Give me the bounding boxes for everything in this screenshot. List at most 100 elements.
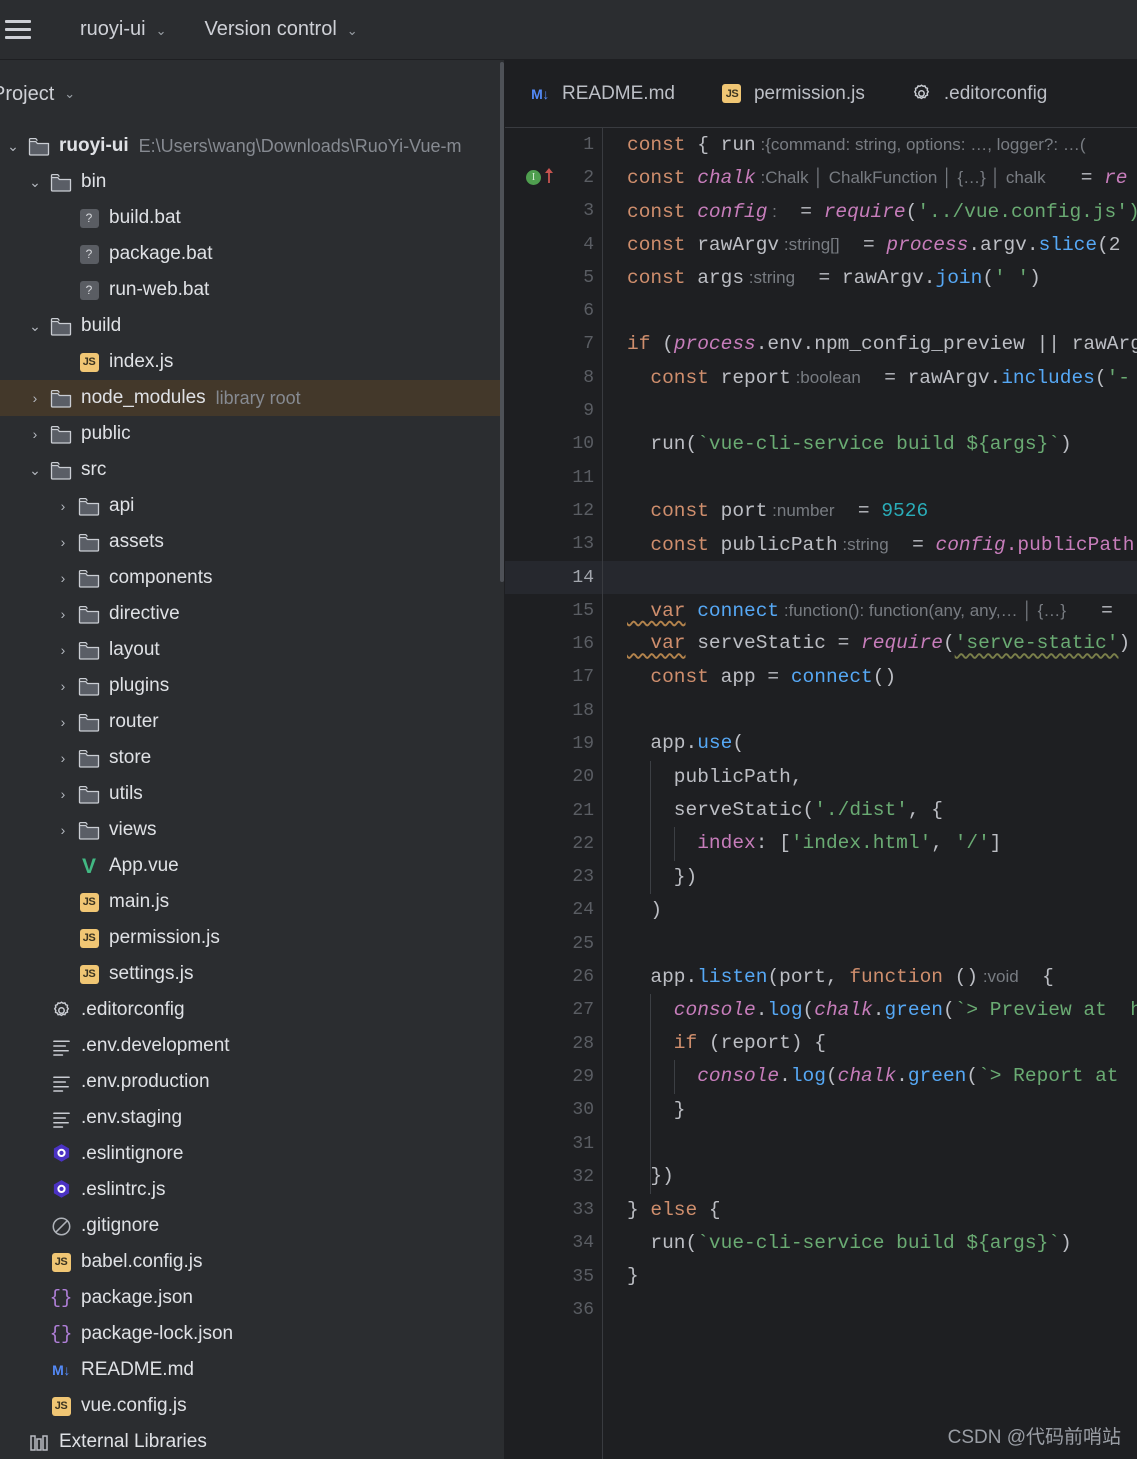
code-pane[interactable]: const { run :{command: string, options: …: [603, 128, 1137, 1459]
code-line-7[interactable]: if (process.env.npm_config_preview || ra…: [603, 328, 1137, 361]
chevron-right-icon[interactable]: ›: [50, 751, 76, 765]
code-line-14[interactable]: [603, 560, 1137, 595]
code-line-31[interactable]: [603, 1127, 1137, 1160]
tree-item-directive[interactable]: › directive: [0, 596, 504, 632]
chevron-right-icon[interactable]: ›: [22, 427, 48, 441]
tree-item-gitignore[interactable]: .gitignore: [0, 1208, 504, 1244]
chevron-down-icon[interactable]: ⌄: [22, 319, 48, 333]
chevron-down-icon[interactable]: ⌄: [22, 175, 48, 189]
gutter-line-21[interactable]: 21: [505, 794, 602, 827]
tree-item-editorconfig[interactable]: .editorconfig: [0, 992, 504, 1028]
tree-item-eslintrc-js[interactable]: .eslintrc.js: [0, 1172, 504, 1208]
tree-item-components[interactable]: › components: [0, 560, 504, 596]
code-line-3[interactable]: const config : = require('../vue.config.…: [603, 195, 1137, 228]
gutter-line-3[interactable]: 3: [505, 195, 602, 228]
gutter-line-36[interactable]: 36: [505, 1293, 602, 1326]
tree-item-ruoyi-ui[interactable]: ⌄ ruoyi-ui E:\Users\wang\Downloads\RuoYi-V…: [0, 128, 504, 164]
tree-item-package-lock-json[interactable]: {} package-lock.json: [0, 1316, 504, 1352]
code-line-34[interactable]: run(`vue-cli-service build ${args}`): [603, 1227, 1137, 1260]
chevron-right-icon[interactable]: ›: [22, 391, 48, 405]
gutter-line-5[interactable]: 5: [505, 261, 602, 294]
gutter-line-24[interactable]: 24: [505, 894, 602, 927]
gutter-line-19[interactable]: 19: [505, 727, 602, 760]
code-line-19[interactable]: app.use(: [603, 727, 1137, 760]
tree-item-env-staging[interactable]: .env.staging: [0, 1100, 504, 1136]
chevron-down-icon[interactable]: ⌄: [0, 139, 26, 153]
chevron-right-icon[interactable]: ›: [50, 571, 76, 585]
code-line-29[interactable]: console.log(chalk.green(`> Report at: [603, 1060, 1137, 1093]
code-line-25[interactable]: [603, 927, 1137, 960]
code-line-35[interactable]: }: [603, 1260, 1137, 1293]
code-line-20[interactable]: publicPath,: [603, 761, 1137, 794]
tree-item-settings-js[interactable]: JS settings.js: [0, 956, 504, 992]
code-line-5[interactable]: const args :string = rawArgv.join(' '): [603, 261, 1137, 294]
code-line-17[interactable]: const app = connect(): [603, 661, 1137, 694]
tree-item-plugins[interactable]: › plugins: [0, 668, 504, 704]
hamburger-menu-icon[interactable]: [0, 0, 42, 60]
gutter-line-15[interactable]: 15: [505, 594, 602, 627]
gutter-line-20[interactable]: 20: [505, 761, 602, 794]
tree-item-bin[interactable]: ⌄ bin: [0, 164, 504, 200]
gutter-line-25[interactable]: 25: [505, 927, 602, 960]
chevron-right-icon[interactable]: ›: [50, 607, 76, 621]
chevron-right-icon[interactable]: ›: [50, 499, 76, 513]
code-line-15[interactable]: var connect :function(): function(any, a…: [603, 594, 1137, 627]
chevron-right-icon[interactable]: ›: [50, 643, 76, 657]
version-control-selector[interactable]: Version control ⌄: [194, 13, 367, 47]
tree-item-router[interactable]: › router: [0, 704, 504, 740]
code-line-9[interactable]: [603, 394, 1137, 427]
gutter-line-2[interactable]: I2: [505, 161, 602, 194]
tree-item-assets[interactable]: › assets: [0, 524, 504, 560]
code-line-21[interactable]: serveStatic('./dist', {: [603, 794, 1137, 827]
gutter-line-22[interactable]: 22: [505, 827, 602, 860]
tree-item-eslintignore[interactable]: .eslintignore: [0, 1136, 504, 1172]
gutter-line-6[interactable]: 6: [505, 294, 602, 327]
gutter-line-12[interactable]: 12: [505, 494, 602, 527]
gutter-line-28[interactable]: 28: [505, 1027, 602, 1060]
project-tree[interactable]: ⌄ ruoyi-ui E:\Users\wang\Downloads\RuoYi-V…: [0, 128, 504, 1459]
code-line-4[interactable]: const rawArgv :string[] = process.argv.s…: [603, 228, 1137, 261]
gutter-line-13[interactable]: 13: [505, 528, 602, 561]
code-line-27[interactable]: console.log(chalk.green(`> Preview at h: [603, 994, 1137, 1027]
tree-item-vue-config-js[interactable]: JS vue.config.js: [0, 1388, 504, 1424]
code-line-11[interactable]: [603, 461, 1137, 494]
code-line-18[interactable]: [603, 694, 1137, 727]
tree-item-src[interactable]: ⌄ src: [0, 452, 504, 488]
gutter-line-9[interactable]: 9: [505, 394, 602, 427]
code-line-32[interactable]: }): [603, 1160, 1137, 1193]
gutter-line-35[interactable]: 35: [505, 1260, 602, 1293]
gutter-line-29[interactable]: 29: [505, 1060, 602, 1093]
gutter-line-10[interactable]: 10: [505, 428, 602, 461]
code-line-33[interactable]: } else {: [603, 1194, 1137, 1227]
project-selector[interactable]: ruoyi-ui ⌄: [70, 13, 176, 47]
editor-tab-permission-js[interactable]: JS permission.js: [697, 60, 887, 127]
editor-tab-readme-md[interactable]: M↓ README.md: [505, 60, 697, 127]
gutter-line-4[interactable]: 4: [505, 228, 602, 261]
code-line-30[interactable]: }: [603, 1094, 1137, 1127]
gutter-line-7[interactable]: 7: [505, 328, 602, 361]
tree-item-store[interactable]: › store: [0, 740, 504, 776]
gutter-line-11[interactable]: 11: [505, 461, 602, 494]
vcs-modified-arrow-icon[interactable]: [543, 166, 555, 190]
code-line-13[interactable]: const publicPath :string = config.public…: [603, 528, 1137, 561]
chevron-right-icon[interactable]: ›: [50, 535, 76, 549]
chevron-down-icon[interactable]: ⌄: [22, 463, 48, 477]
tree-item-permission-js[interactable]: JS permission.js: [0, 920, 504, 956]
editor-gutter[interactable]: 1 I 2 3 4 5 6 7 8 9 10 11 12 13 14 15 16 17 18 19 20 21 22 23 24…: [505, 128, 603, 1459]
code-line-16[interactable]: var serveStatic = require('serve-static'…: [603, 627, 1137, 660]
gutter-line-17[interactable]: 17: [505, 661, 602, 694]
tree-item-package-bat[interactable]: ? package.bat: [0, 236, 504, 272]
tree-item-babel-config-js[interactable]: JS babel.config.js: [0, 1244, 504, 1280]
tree-item-public[interactable]: › public: [0, 416, 504, 452]
gutter-line-16[interactable]: 16: [505, 627, 602, 660]
gutter-line-32[interactable]: 32: [505, 1160, 602, 1193]
tree-item-env-production[interactable]: .env.production: [0, 1064, 504, 1100]
code-line-1[interactable]: const { run :{command: string, options: …: [603, 128, 1137, 161]
scrollbar-thumb[interactable]: [500, 62, 504, 582]
tree-item-run-web-bat[interactable]: ? run-web.bat: [0, 272, 504, 308]
gutter-line-23[interactable]: 23: [505, 861, 602, 894]
code-line-28[interactable]: if (report) {: [603, 1027, 1137, 1060]
tree-item-layout[interactable]: › layout: [0, 632, 504, 668]
tree-item-app-vue[interactable]: V App.vue: [0, 848, 504, 884]
tree-item-build[interactable]: ⌄ build: [0, 308, 504, 344]
